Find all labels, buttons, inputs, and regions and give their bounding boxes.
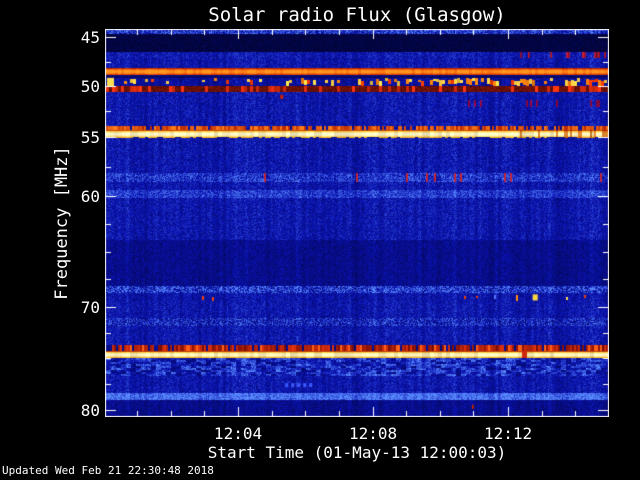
y-tick-label: 60: [80, 186, 100, 206]
y-axis-label: Frequency [MHz]: [52, 146, 72, 300]
spectrogram-canvas: [105, 29, 609, 417]
y-tick-label: 55: [80, 127, 100, 147]
y-tick-label: 45: [80, 27, 100, 47]
y-tick-label: 50: [80, 76, 100, 96]
x-tick-label: 12:08: [348, 424, 398, 443]
y-tick-label: 80: [80, 400, 100, 420]
x-axis-label: Start Time (01-May-13 12:00:03): [207, 443, 507, 462]
updated-timestamp: Updated Wed Feb 21 22:30:48 2018: [2, 464, 214, 477]
x-tick-label: 12:12: [484, 424, 533, 443]
chart-title: Solar radio Flux (Glasgow): [208, 4, 506, 26]
y-tick-label: 70: [80, 298, 100, 318]
x-tick-label: 12:04: [213, 424, 263, 443]
spectrogram-page: Solar radio Flux (Glasgow) Frequency [MH…: [0, 0, 640, 480]
